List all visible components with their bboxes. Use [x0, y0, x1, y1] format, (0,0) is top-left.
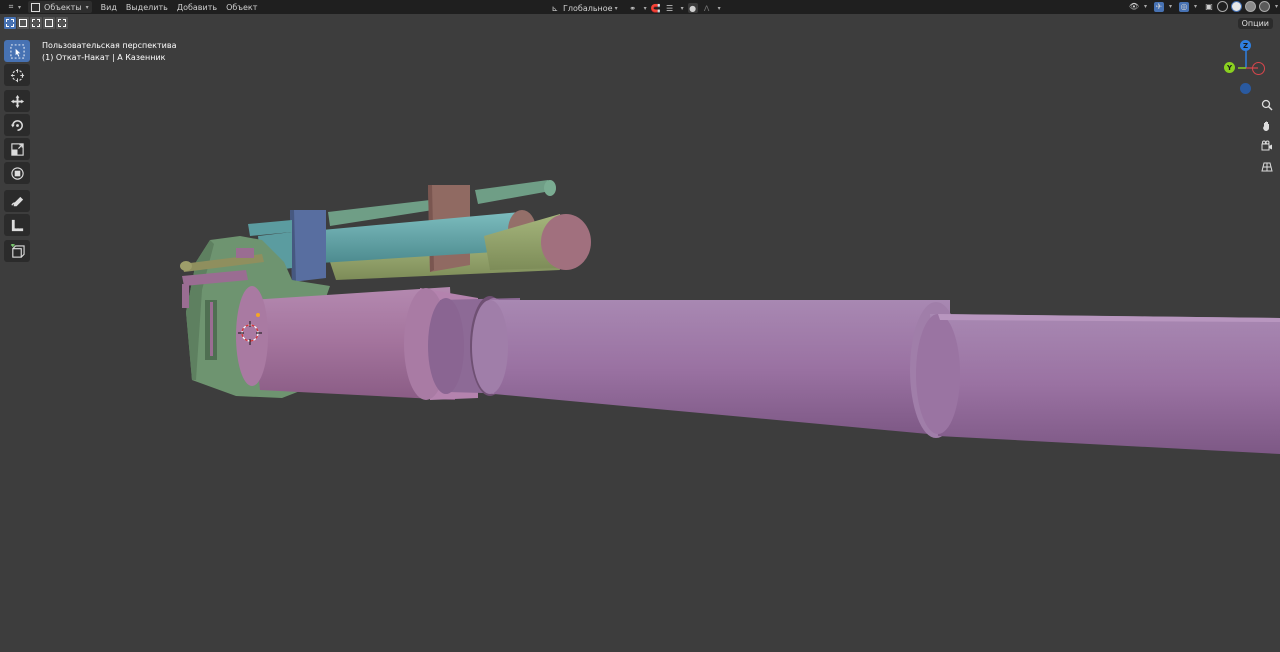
cursor-tool[interactable] [4, 64, 30, 86]
rotate-tool[interactable] [4, 114, 30, 136]
object-label: (1) Откат-Накат | А Казенник [42, 53, 166, 62]
move-icon [10, 94, 24, 108]
gizmo-x-negative[interactable] [1252, 62, 1265, 75]
zoom-icon [1261, 99, 1273, 111]
scale-icon [10, 142, 24, 156]
view-label: Пользовательская перспектива [42, 41, 177, 50]
measure-tool[interactable] [4, 214, 30, 236]
navigation-gizmo[interactable]: Z Y [1224, 38, 1280, 102]
barrel [236, 286, 1280, 454]
scale-tool[interactable] [4, 138, 30, 160]
camera-view-button[interactable] [1257, 137, 1277, 155]
viewport-info: Пользовательская перспектива (1) Откат-Н… [42, 40, 177, 64]
cursor-target-icon [10, 68, 24, 82]
cursor-icon [9, 43, 25, 59]
grid-icon [1261, 162, 1273, 172]
transform-icon [10, 166, 24, 180]
annotate-tool[interactable] [4, 190, 30, 212]
perspective-toggle-button[interactable] [1257, 158, 1277, 176]
hand-icon [1263, 121, 1269, 131]
recoil-mechanism [248, 180, 591, 282]
zoom-button[interactable] [1257, 96, 1277, 114]
camera-icon [1261, 140, 1272, 151]
select-box-tool[interactable] [4, 40, 30, 62]
measure-icon [11, 219, 23, 231]
add-cube-icon [10, 243, 25, 258]
move-tool[interactable] [4, 90, 30, 112]
pan-button[interactable] [1257, 117, 1277, 135]
gizmo-y-axis[interactable]: Y [1224, 62, 1235, 73]
gizmo-z-negative[interactable] [1240, 83, 1251, 94]
transform-tool[interactable] [4, 162, 30, 184]
viewport-scene[interactable] [0, 0, 1280, 652]
annotate-icon [10, 196, 23, 206]
rotate-icon [10, 119, 23, 131]
gizmo-z-axis[interactable]: Z [1240, 40, 1251, 51]
add-cube-tool[interactable] [4, 240, 30, 262]
